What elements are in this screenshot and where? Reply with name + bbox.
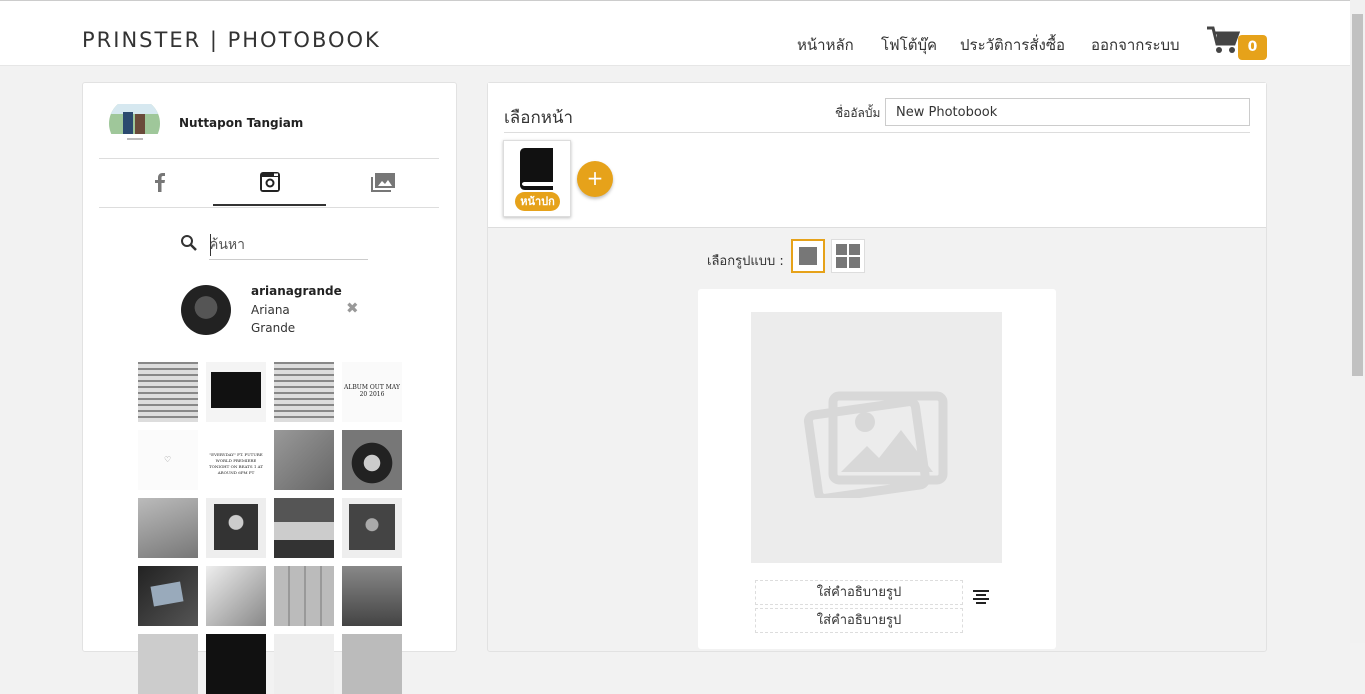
caption-field[interactable]: ใส่คำอธิบายรูป xyxy=(755,580,963,605)
photo-drop-area[interactable] xyxy=(751,312,1002,563)
layout-grid-button[interactable] xyxy=(831,239,865,273)
ig-account-avatar[interactable] xyxy=(181,285,231,335)
photo-thumbnail[interactable] xyxy=(138,498,198,558)
divider xyxy=(99,158,439,159)
remove-account-icon[interactable]: ✖ xyxy=(346,299,359,317)
nav-photobook[interactable]: โฟโต้บุ๊ค xyxy=(881,33,937,57)
photo-thumbnail[interactable] xyxy=(342,498,402,558)
cover-label-badge: หน้าปก xyxy=(515,192,560,211)
photo-thumbnail[interactable] xyxy=(342,634,402,694)
single-layout-icon xyxy=(799,247,817,265)
text-caret xyxy=(210,234,211,256)
nav-home[interactable]: หน้าหลัก xyxy=(797,33,854,57)
add-page-button[interactable]: + xyxy=(577,161,613,197)
photo-thumbnail[interactable] xyxy=(206,498,266,558)
photo-thumbnail[interactable] xyxy=(342,566,402,626)
divider xyxy=(99,207,439,208)
scrollbar-thumb[interactable] xyxy=(1352,14,1363,376)
photo-thumbnail[interactable] xyxy=(274,430,334,490)
facebook-icon[interactable] xyxy=(146,170,174,194)
caption-field[interactable]: ใส่คำอธิบายรูป xyxy=(755,608,963,633)
photo-thumbnail[interactable] xyxy=(206,566,266,626)
cart-icon[interactable] xyxy=(1206,25,1240,55)
search-icon xyxy=(181,235,197,251)
user-name: Nuttapon Tangiam xyxy=(179,116,304,130)
album-name-input[interactable] xyxy=(885,98,1250,126)
photo-thumbnail[interactable]: "EVERYDAY" FT. FUTURE WORLD PREMIERE TON… xyxy=(206,430,266,490)
divider xyxy=(504,132,1250,133)
layout-label: เลือกรูปแบบ : xyxy=(707,254,784,269)
album-name-label: ชื่ออัลบั้ม xyxy=(835,106,881,120)
nav-order-history[interactable]: ประวัติการสั่งซื้อ xyxy=(960,33,1065,57)
photo-thumbnail[interactable] xyxy=(342,430,402,490)
photo-thumbnail[interactable]: ♡ xyxy=(138,430,198,490)
grid-layout-icon xyxy=(836,244,860,268)
photo-thumbnail[interactable] xyxy=(138,566,198,626)
photo-thumbnail[interactable] xyxy=(206,634,266,694)
photo-thumbnail[interactable] xyxy=(274,362,334,422)
gallery-icon[interactable] xyxy=(369,170,397,194)
user-avatar xyxy=(109,98,160,149)
book-icon xyxy=(520,148,553,190)
photo-thumbnail[interactable] xyxy=(274,634,334,694)
photo-thumbnail[interactable] xyxy=(206,362,266,422)
search-input[interactable] xyxy=(209,231,368,260)
photo-thumbnail[interactable] xyxy=(138,634,198,694)
select-page-heading: เลือกหน้า xyxy=(504,108,574,128)
layout-single-button[interactable] xyxy=(791,239,825,273)
photo-thumbnail[interactable] xyxy=(138,362,198,422)
nav-logout[interactable]: ออกจากระบบ xyxy=(1091,33,1180,57)
ig-display-name: Ariana Grande xyxy=(251,303,296,335)
cart-count-badge[interactable]: 0 xyxy=(1238,35,1267,60)
photo-thumbnail[interactable]: ALBUM OUT MAY 20 2016 xyxy=(342,362,402,422)
active-tab-indicator xyxy=(213,204,326,206)
instagram-icon[interactable] xyxy=(256,170,284,194)
photo-thumbnail[interactable] xyxy=(274,498,334,558)
image-placeholder-icon xyxy=(803,391,948,498)
ig-username: arianagrande xyxy=(251,284,342,298)
photo-thumbnail[interactable] xyxy=(274,566,334,626)
brand-logo[interactable]: PRINSTER | PHOTOBOOK xyxy=(82,28,381,52)
align-center-icon[interactable] xyxy=(972,589,990,605)
